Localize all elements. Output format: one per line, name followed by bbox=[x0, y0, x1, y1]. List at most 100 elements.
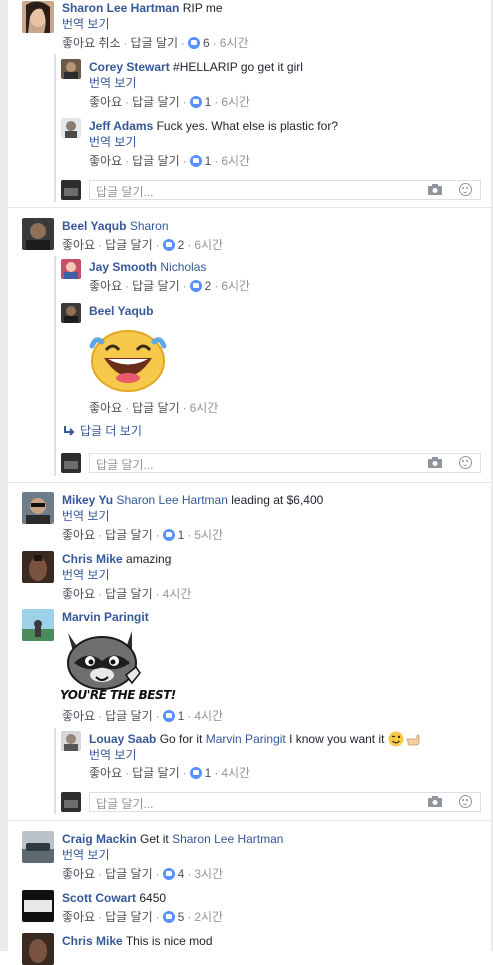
translate-link[interactable]: 번역 보기 bbox=[62, 508, 110, 524]
like-button[interactable]: 좋아요 bbox=[89, 95, 122, 109]
like-button[interactable]: 좋아요 bbox=[62, 867, 95, 881]
reply-actions: 좋아요 · 답글 달기 · 1 · 6시간 bbox=[89, 154, 251, 168]
reply-button[interactable]: 답글 달기 bbox=[105, 238, 153, 252]
author-name[interactable]: Jeff Adams bbox=[89, 119, 153, 133]
reply-body: Beel Yaqub bbox=[89, 303, 153, 319]
author-name[interactable]: Beel Yaqub bbox=[89, 304, 153, 318]
avatar[interactable] bbox=[61, 259, 81, 279]
like-count[interactable]: 1 bbox=[162, 528, 184, 542]
translate-link[interactable]: 번역 보기 bbox=[62, 847, 110, 863]
author-name[interactable]: Mikey Yu bbox=[62, 493, 113, 507]
avatar[interactable] bbox=[22, 933, 54, 965]
avatar[interactable] bbox=[22, 492, 54, 524]
like-count[interactable]: 1 bbox=[189, 154, 211, 168]
like-count[interactable]: 1 bbox=[162, 709, 184, 723]
avatar[interactable] bbox=[61, 59, 81, 79]
timestamp[interactable]: 6시간 bbox=[221, 154, 250, 168]
translate-link[interactable]: 번역 보기 bbox=[89, 134, 137, 150]
more-replies-link[interactable]: 답글 더 보기 bbox=[62, 423, 142, 439]
author-name[interactable]: Chris Mike bbox=[62, 552, 123, 566]
mention-link[interactable]: Marvin Paringit bbox=[206, 732, 286, 746]
reply-button[interactable]: 답글 달기 bbox=[132, 154, 180, 168]
reply-button[interactable]: 답글 달기 bbox=[132, 279, 180, 293]
avatar[interactable] bbox=[22, 1, 54, 33]
unlike-button[interactable]: 좋아요 취소 bbox=[62, 36, 121, 50]
avatar[interactable] bbox=[22, 609, 54, 641]
like-icon bbox=[162, 239, 175, 251]
timestamp[interactable]: 6시간 bbox=[220, 36, 249, 50]
camera-icon[interactable] bbox=[428, 796, 442, 807]
camera-icon[interactable] bbox=[428, 184, 442, 195]
avatar[interactable] bbox=[61, 731, 81, 751]
like-count[interactable]: 4 bbox=[162, 867, 184, 881]
translate-link[interactable]: 번역 보기 bbox=[62, 16, 110, 32]
emoji-icon[interactable] bbox=[459, 456, 472, 469]
like-button[interactable]: 좋아요 bbox=[62, 238, 95, 252]
avatar[interactable] bbox=[22, 831, 54, 863]
timestamp[interactable]: 4시간 bbox=[221, 766, 250, 780]
reply-button[interactable]: 답글 달기 bbox=[132, 766, 180, 780]
author-name[interactable]: Jay Smooth bbox=[89, 260, 157, 274]
timestamp[interactable]: 6시간 bbox=[221, 279, 250, 293]
like-button[interactable]: 좋아요 bbox=[62, 528, 95, 542]
timestamp[interactable]: 2시간 bbox=[194, 910, 223, 924]
timestamp[interactable]: 6시간 bbox=[194, 238, 223, 252]
mention-link[interactable]: Sharon Lee Hartman bbox=[172, 832, 283, 846]
author-name[interactable]: Louay Saab bbox=[89, 732, 156, 746]
like-count[interactable]: 5 bbox=[162, 910, 184, 924]
translate-link[interactable]: 번역 보기 bbox=[62, 567, 110, 583]
like-button[interactable]: 좋아요 bbox=[62, 910, 95, 924]
reply-button[interactable]: 답글 달기 bbox=[105, 867, 153, 881]
translate-link[interactable]: 번역 보기 bbox=[89, 747, 137, 763]
comment-text[interactable]: Sharon bbox=[130, 219, 169, 233]
author-name[interactable]: Craig Mackin bbox=[62, 832, 137, 846]
reply-button[interactable]: 답글 달기 bbox=[105, 910, 153, 924]
emoji-icon[interactable] bbox=[459, 795, 472, 808]
avatar[interactable] bbox=[61, 303, 81, 323]
comment-actions: 좋아요 · 답글 달기 · 4 · 3시간 bbox=[62, 867, 224, 881]
reply-input[interactable]: 답글 달기... bbox=[89, 792, 481, 812]
avatar[interactable] bbox=[22, 551, 54, 583]
reply-input[interactable]: 답글 달기... bbox=[89, 453, 481, 473]
reply-button[interactable]: 답글 달기 bbox=[105, 709, 153, 723]
like-button[interactable]: 좋아요 bbox=[62, 587, 95, 601]
author-name[interactable]: Corey Stewart bbox=[89, 60, 170, 74]
laughing-tears-sticker[interactable] bbox=[86, 326, 170, 396]
timestamp[interactable]: 4시간 bbox=[194, 709, 223, 723]
like-count[interactable]: 2 bbox=[189, 279, 211, 293]
reply-button[interactable]: 답글 달기 bbox=[132, 95, 180, 109]
reply-input[interactable]: 답글 달기... bbox=[89, 180, 481, 200]
reply-button[interactable]: 답글 달기 bbox=[105, 528, 153, 542]
camera-icon[interactable] bbox=[428, 457, 442, 468]
mention-link[interactable]: Sharon Lee Hartman bbox=[116, 493, 227, 507]
like-button[interactable]: 좋아요 bbox=[89, 154, 122, 168]
like-count[interactable]: 1 bbox=[189, 766, 211, 780]
author-name[interactable]: Sharon Lee Hartman bbox=[62, 1, 179, 15]
like-button[interactable]: 좋아요 bbox=[89, 279, 122, 293]
author-name[interactable]: Beel Yaqub bbox=[62, 219, 126, 233]
timestamp[interactable]: 6시간 bbox=[221, 95, 250, 109]
comment-text[interactable]: Nicholas bbox=[160, 260, 206, 274]
author-name[interactable]: Chris Mike bbox=[62, 934, 123, 948]
like-count[interactable]: 1 bbox=[189, 95, 211, 109]
like-count[interactable]: 2 bbox=[162, 238, 184, 252]
avatar[interactable] bbox=[61, 118, 81, 138]
timestamp[interactable]: 4시간 bbox=[163, 587, 192, 601]
raccoon-sticker[interactable]: YOU'RE THE BEST! bbox=[60, 625, 176, 707]
reply-button[interactable]: 답글 달기 bbox=[132, 401, 180, 415]
author-name[interactable]: Marvin Paringit bbox=[62, 610, 149, 624]
timestamp[interactable]: 3시간 bbox=[194, 867, 223, 881]
avatar[interactable] bbox=[22, 890, 54, 922]
reply-button[interactable]: 답글 달기 bbox=[131, 36, 179, 50]
timestamp[interactable]: 6시간 bbox=[190, 401, 219, 415]
like-button[interactable]: 좋아요 bbox=[62, 709, 95, 723]
emoji-icon[interactable] bbox=[459, 183, 472, 196]
author-name[interactable]: Scott Cowart bbox=[62, 891, 136, 905]
avatar[interactable] bbox=[22, 218, 54, 250]
like-count[interactable]: 6 bbox=[188, 36, 210, 50]
like-button[interactable]: 좋아요 bbox=[89, 401, 122, 415]
timestamp[interactable]: 5시간 bbox=[194, 528, 223, 542]
like-button[interactable]: 좋아요 bbox=[89, 766, 122, 780]
translate-link[interactable]: 번역 보기 bbox=[89, 75, 137, 91]
reply-button[interactable]: 답글 달기 bbox=[105, 587, 153, 601]
